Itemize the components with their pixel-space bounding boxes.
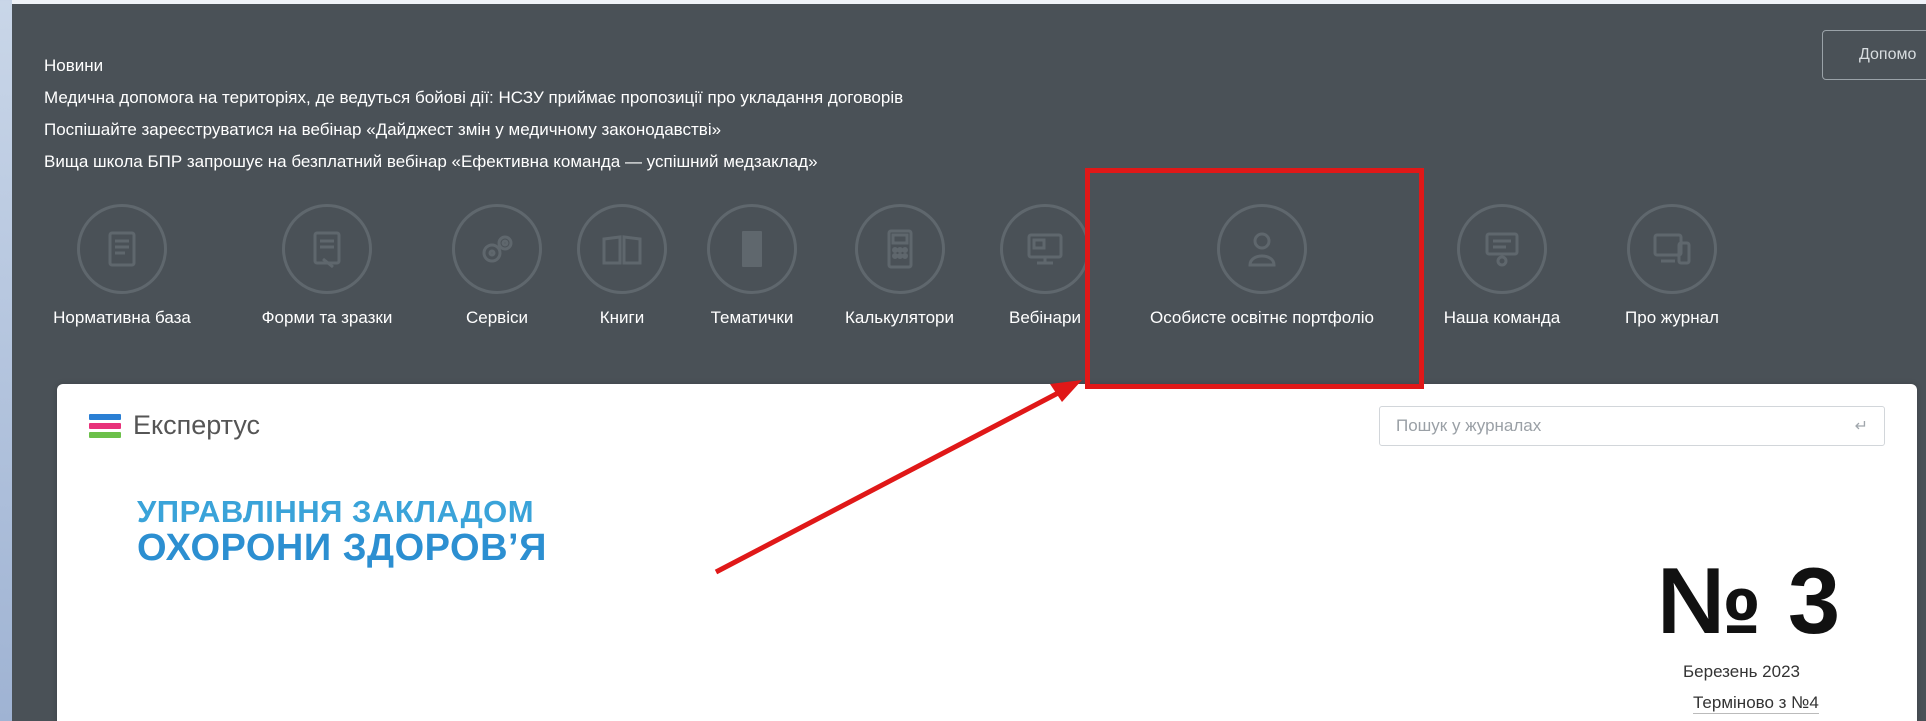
news-header[interactable]: Новини bbox=[44, 50, 903, 82]
journal-card: Експертус Пошук у журналах ↵ УПРАВЛІННЯ … bbox=[57, 384, 1917, 721]
help-button[interactable]: Допомо bbox=[1822, 30, 1926, 80]
nav-item-calculators[interactable]: Калькулятори bbox=[827, 204, 972, 328]
monitor-icon bbox=[1000, 204, 1090, 294]
nav-item-normative-base[interactable]: Нормативна база bbox=[32, 204, 212, 328]
nav-label: Наша команда bbox=[1443, 308, 1561, 327]
book-icon bbox=[577, 204, 667, 294]
news-item[interactable]: Вища школа БПР запрошує на безплатний ве… bbox=[44, 146, 903, 178]
magazine-title[interactable]: УПРАВЛІННЯ ЗАКЛАДОМ ОХОРОНИ ЗДОРОВ’Я bbox=[137, 494, 547, 569]
nav-label: Сервіси bbox=[466, 308, 528, 327]
form-icon bbox=[282, 204, 372, 294]
search-placeholder: Пошук у журналах bbox=[1396, 416, 1542, 435]
news-block: Новини Медична допомога на територіях, д… bbox=[44, 50, 903, 178]
issue-number: № 3 bbox=[1657, 548, 1841, 653]
nav-item-services[interactable]: Сервіси bbox=[442, 204, 552, 328]
nav-label: Калькулятори bbox=[844, 308, 954, 327]
nav-label: Вебінари bbox=[1009, 308, 1081, 327]
nav-item-webinars[interactable]: Вебінари bbox=[990, 204, 1100, 328]
nav-label: Тематички bbox=[710, 308, 794, 327]
gears-icon bbox=[452, 204, 542, 294]
booklet-icon bbox=[707, 204, 797, 294]
magazine-title-line1: УПРАВЛІННЯ ЗАКЛАДОМ bbox=[137, 494, 535, 529]
nav-item-about-journal[interactable]: Про журнал bbox=[1602, 204, 1742, 328]
search-input[interactable]: Пошук у журналах ↵ bbox=[1379, 406, 1885, 446]
expertus-logo[interactable]: Експертус bbox=[89, 410, 260, 441]
nav-label: Про журнал bbox=[1625, 308, 1719, 327]
issue-date: Березень 2023 bbox=[1683, 662, 1800, 681]
news-item[interactable]: Поспішайте зареєструватися на вебінар «Д… bbox=[44, 114, 903, 146]
calculator-icon bbox=[854, 204, 945, 294]
logo-bars-icon bbox=[89, 413, 121, 438]
devices-icon bbox=[1627, 204, 1717, 294]
nav-label: Форми та зразки bbox=[261, 308, 393, 327]
document-icon bbox=[77, 204, 167, 294]
nav-item-forms[interactable]: Форми та зразки bbox=[242, 204, 412, 328]
nav-label: Нормативна база bbox=[53, 308, 191, 327]
brand-name: Експертус bbox=[133, 410, 261, 440]
dark-panel: Новини Медична допомога на територіях, д… bbox=[12, 0, 1926, 721]
urgent-link[interactable]: Терміново з №4 bbox=[1693, 693, 1819, 714]
presentation-icon bbox=[1457, 204, 1547, 294]
nav-item-our-team[interactable]: Наша команда bbox=[1422, 204, 1582, 328]
nav-bar: Нормативна база Форми та зразки Сервіси … bbox=[12, 204, 1926, 354]
news-item[interactable]: Медична допомога на територіях, де ведут… bbox=[44, 82, 903, 114]
highlight-box bbox=[1085, 168, 1424, 389]
enter-icon: ↵ bbox=[1854, 418, 1868, 435]
magazine-title-line2: ОХОРОНИ ЗДОРОВ’Я bbox=[137, 526, 547, 569]
nav-item-thematic[interactable]: Тематички bbox=[692, 204, 812, 328]
nav-label: Книги bbox=[599, 308, 645, 327]
nav-item-books[interactable]: Книги bbox=[567, 204, 677, 328]
